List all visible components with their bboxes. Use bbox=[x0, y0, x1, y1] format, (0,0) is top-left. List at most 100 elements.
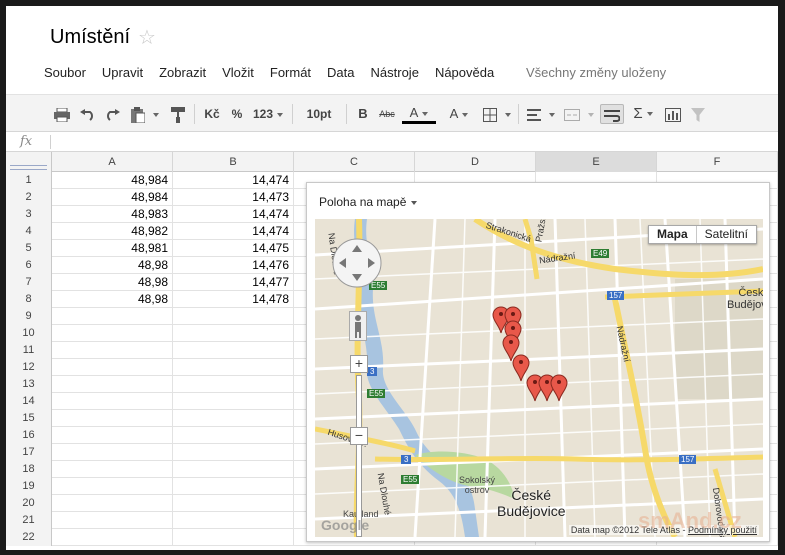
redo-icon[interactable] bbox=[102, 104, 122, 124]
row-number[interactable]: 19 bbox=[6, 478, 52, 495]
cell-a[interactable] bbox=[52, 308, 173, 325]
menu-view[interactable]: Zobrazit bbox=[159, 64, 206, 82]
cell-b[interactable] bbox=[173, 376, 294, 393]
text-color-button[interactable]: A bbox=[402, 104, 436, 124]
borders-icon[interactable] bbox=[480, 104, 514, 124]
cell-b[interactable] bbox=[173, 478, 294, 495]
row-number[interactable]: 7 bbox=[6, 274, 52, 291]
cell-b[interactable]: 14,477 bbox=[173, 274, 294, 291]
map-type-satellite-button[interactable]: Satelitní bbox=[697, 226, 756, 243]
currency-format-button[interactable]: Kč bbox=[200, 104, 224, 124]
column-header-b[interactable]: B bbox=[173, 152, 294, 172]
row-number[interactable]: 15 bbox=[6, 410, 52, 427]
map-marker-icon[interactable] bbox=[550, 374, 568, 402]
cell-b[interactable] bbox=[173, 461, 294, 478]
cell-a[interactable] bbox=[52, 529, 173, 546]
star-icon[interactable]: ☆ bbox=[138, 26, 156, 50]
wrap-text-icon[interactable] bbox=[600, 104, 624, 124]
menu-tools[interactable]: Nástroje bbox=[371, 64, 419, 82]
row-number[interactable]: 13 bbox=[6, 376, 52, 393]
cell-b[interactable] bbox=[173, 325, 294, 342]
fill-color-button[interactable]: A bbox=[442, 104, 476, 124]
cell-a[interactable]: 48,983 bbox=[52, 206, 173, 223]
align-icon[interactable] bbox=[524, 104, 558, 124]
paint-format-icon[interactable] bbox=[168, 104, 188, 124]
row-number[interactable]: 5 bbox=[6, 240, 52, 257]
print-icon[interactable] bbox=[52, 104, 72, 124]
cell-a[interactable] bbox=[52, 444, 173, 461]
column-header-d[interactable]: D bbox=[415, 152, 536, 172]
cell-a[interactable]: 48,984 bbox=[52, 172, 173, 189]
cell-a[interactable] bbox=[52, 461, 173, 478]
cell-a[interactable] bbox=[52, 410, 173, 427]
zoom-in-button[interactable]: + bbox=[350, 355, 368, 373]
cell-b[interactable] bbox=[173, 359, 294, 376]
row-number[interactable]: 17 bbox=[6, 444, 52, 461]
pan-control[interactable] bbox=[331, 237, 383, 289]
map-title-dropdown[interactable]: Poloha na mapě bbox=[319, 195, 417, 209]
row-number[interactable]: 21 bbox=[6, 512, 52, 529]
cell-b[interactable]: 14,475 bbox=[173, 240, 294, 257]
menu-data[interactable]: Data bbox=[327, 64, 354, 82]
cell-a[interactable] bbox=[52, 427, 173, 444]
row-number[interactable]: 18 bbox=[6, 461, 52, 478]
map-marker-icon[interactable] bbox=[512, 354, 530, 382]
zoom-slider[interactable] bbox=[356, 375, 362, 537]
zoom-out-button[interactable]: − bbox=[350, 427, 368, 445]
cell-a[interactable] bbox=[52, 393, 173, 410]
pegman-icon[interactable] bbox=[349, 311, 367, 341]
cell-b[interactable] bbox=[173, 495, 294, 512]
menu-help[interactable]: Nápověda bbox=[435, 64, 494, 82]
strikethrough-button[interactable]: Abc bbox=[376, 104, 398, 124]
row-number[interactable]: 4 bbox=[6, 223, 52, 240]
cell-b[interactable] bbox=[173, 308, 294, 325]
cell-a[interactable] bbox=[52, 325, 173, 342]
cell-a[interactable] bbox=[52, 495, 173, 512]
row-number[interactable]: 20 bbox=[6, 495, 52, 512]
merge-cells-icon[interactable] bbox=[562, 104, 596, 124]
row-number[interactable]: 6 bbox=[6, 257, 52, 274]
undo-icon[interactable] bbox=[78, 104, 98, 124]
menu-file[interactable]: Soubor bbox=[44, 64, 86, 82]
row-number[interactable]: 22 bbox=[6, 529, 52, 546]
row-number[interactable]: 3 bbox=[6, 206, 52, 223]
column-header-e[interactable]: E bbox=[536, 152, 657, 172]
cell-b[interactable] bbox=[173, 393, 294, 410]
select-all-corner[interactable] bbox=[6, 152, 52, 172]
cell-b[interactable]: 14,474 bbox=[173, 223, 294, 240]
row-number[interactable]: 8 bbox=[6, 291, 52, 308]
cell-a[interactable] bbox=[52, 359, 173, 376]
cell-a[interactable] bbox=[52, 478, 173, 495]
column-header-f[interactable]: F bbox=[657, 152, 778, 172]
font-size-dropdown[interactable]: 10pt bbox=[298, 104, 340, 124]
cell-a[interactable]: 48,982 bbox=[52, 223, 173, 240]
cell-a[interactable]: 48,984 bbox=[52, 189, 173, 206]
cell-a[interactable] bbox=[52, 512, 173, 529]
cell-a[interactable] bbox=[52, 342, 173, 359]
map-type-map-button[interactable]: Mapa bbox=[649, 226, 697, 243]
document-title[interactable]: Umístění bbox=[50, 26, 130, 49]
map-widget[interactable]: Poloha na mapě Strakonická Nádražní Nádr… bbox=[306, 182, 770, 542]
google-logo[interactable]: Google bbox=[321, 517, 369, 533]
column-header-c[interactable]: C bbox=[294, 152, 415, 172]
cell-a[interactable]: 48,98 bbox=[52, 257, 173, 274]
cell-b[interactable]: 14,476 bbox=[173, 257, 294, 274]
cell-b[interactable] bbox=[173, 444, 294, 461]
cell-a[interactable]: 48,98 bbox=[52, 291, 173, 308]
insert-chart-icon[interactable] bbox=[662, 104, 684, 124]
number-format-dropdown[interactable]: 123 bbox=[250, 104, 286, 124]
menu-format[interactable]: Formát bbox=[270, 64, 311, 82]
row-number[interactable]: 11 bbox=[6, 342, 52, 359]
row-number[interactable]: 16 bbox=[6, 427, 52, 444]
cell-b[interactable]: 14,473 bbox=[173, 189, 294, 206]
column-header-a[interactable]: A bbox=[52, 152, 173, 172]
cell-b[interactable] bbox=[173, 410, 294, 427]
menu-edit[interactable]: Upravit bbox=[102, 64, 143, 82]
filter-icon[interactable] bbox=[688, 104, 708, 124]
function-dropdown[interactable]: Σ bbox=[628, 104, 658, 124]
cell-b[interactable]: 14,478 bbox=[173, 291, 294, 308]
cell-b[interactable]: 14,474 bbox=[173, 172, 294, 189]
cell-b[interactable] bbox=[173, 427, 294, 444]
percent-format-button[interactable]: % bbox=[228, 104, 246, 124]
paste-icon[interactable] bbox=[128, 104, 162, 124]
